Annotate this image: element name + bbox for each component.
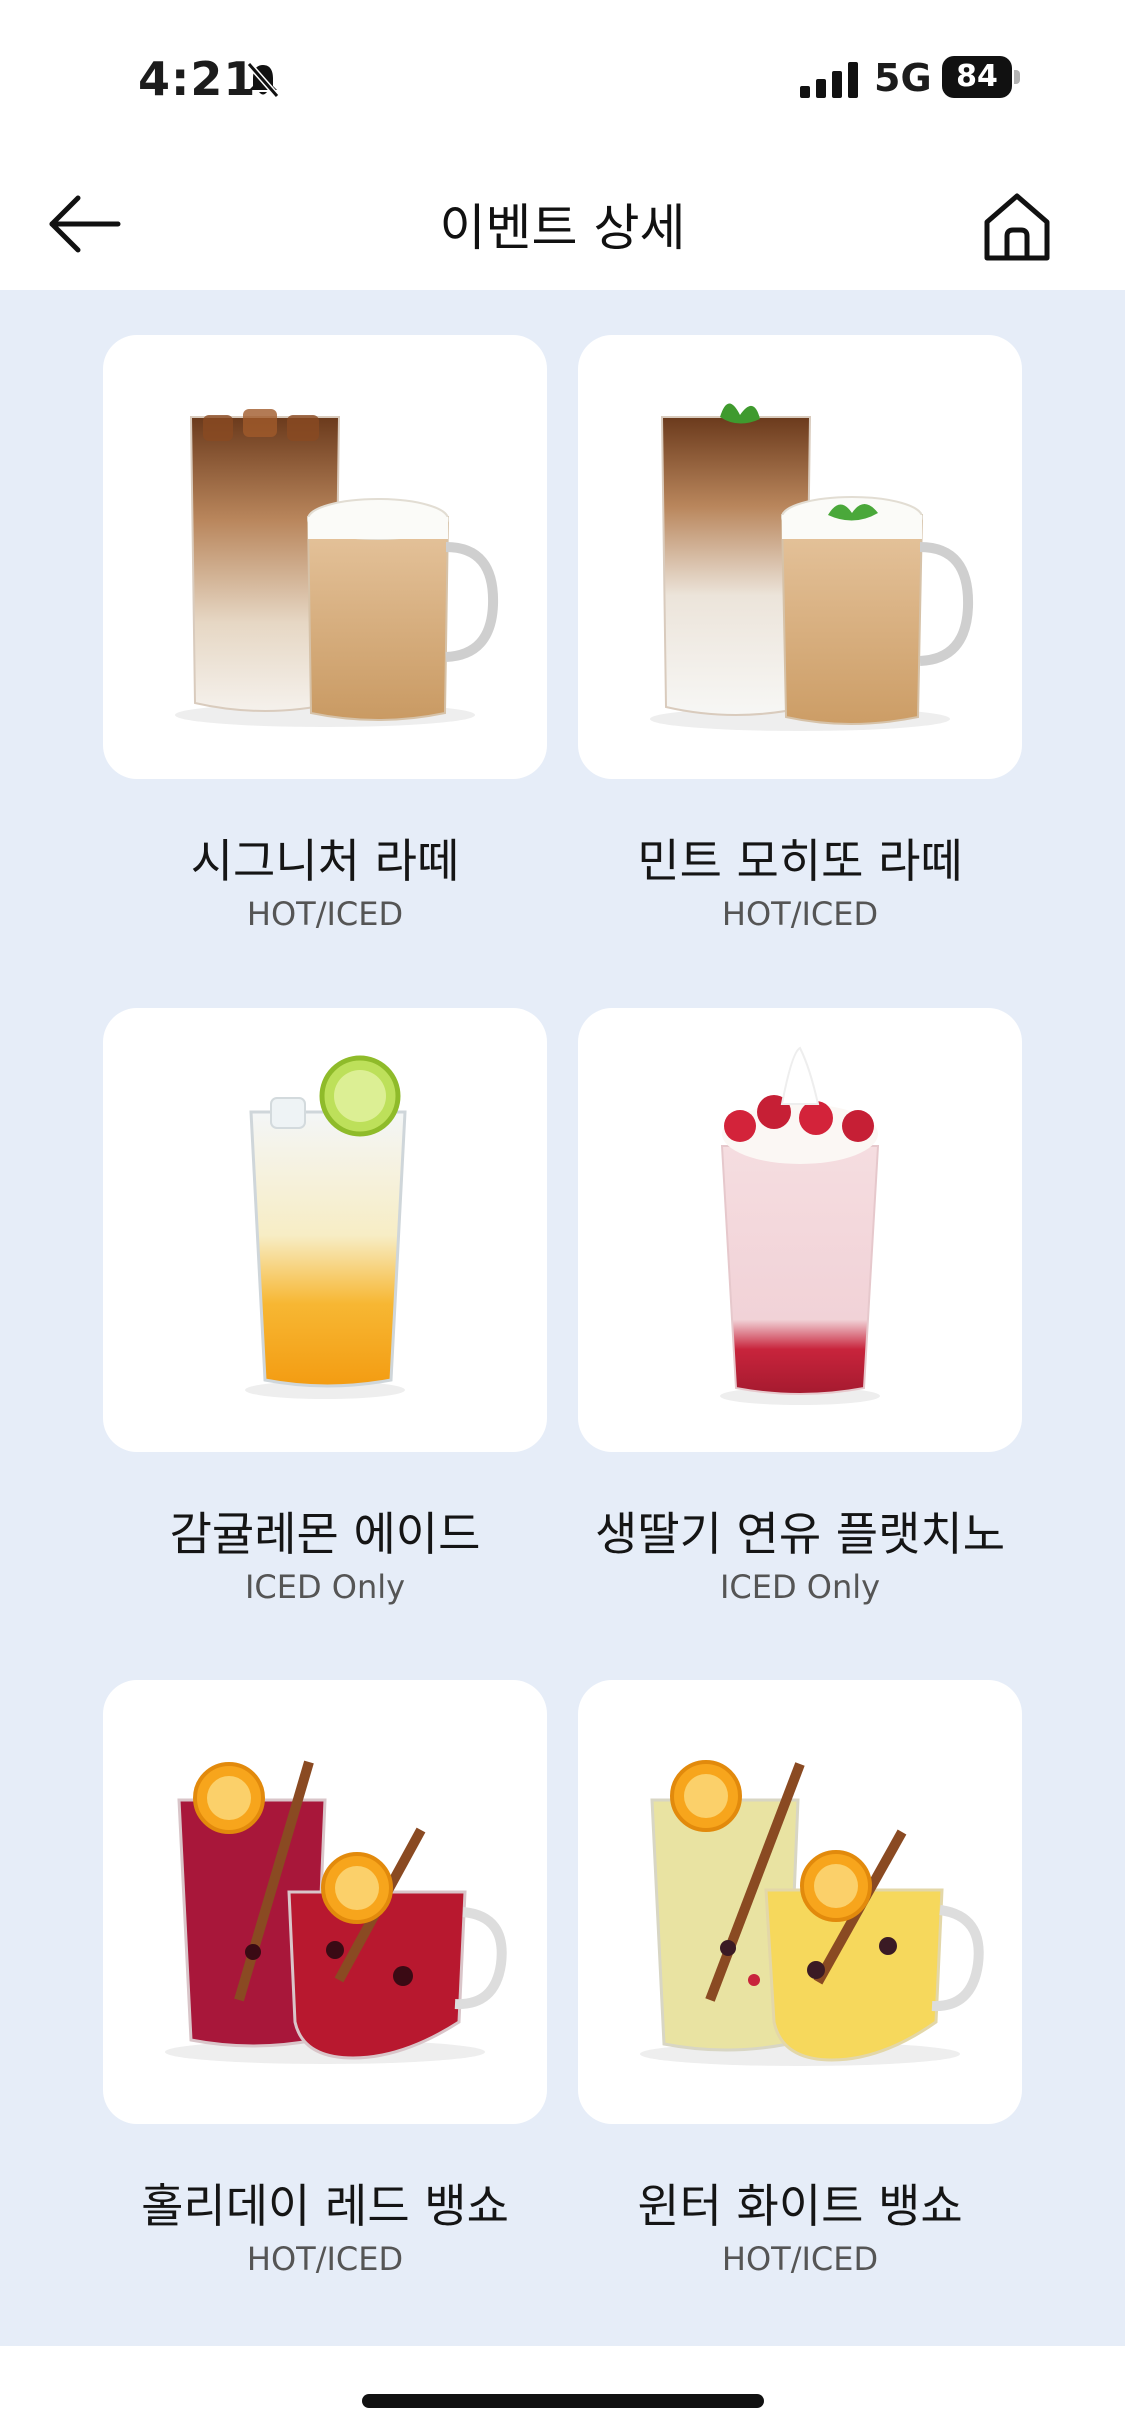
product-option: HOT/ICED: [721, 2240, 879, 2278]
home-icon: [984, 193, 1050, 261]
status-bar: 4:21 5G 84: [0, 0, 1125, 150]
product-option: ICED Only: [719, 1568, 881, 1606]
product-name: 홀리데이 레드 뱅쇼: [141, 2179, 509, 2233]
event-content: 시그니처 라떼 HOT/ICED 민트 모히또 라떼 HOT/ICED 감귤레몬…: [0, 290, 1125, 2346]
app-header: 이벤트 상세: [0, 150, 1125, 290]
network-type: 5G: [874, 56, 932, 100]
product-card-mint-mojito-latte[interactable]: 민트 모히또 라떼 HOT/ICED: [578, 335, 1022, 955]
product-card-holiday-red-vin-chaud[interactable]: 홀리데이 레드 뱅쇼 HOT/ICED: [103, 1680, 547, 2300]
product-card-citrus-lemon-ade[interactable]: 감귤레몬 에이드 ICED Only: [103, 1008, 547, 1628]
page-title: 이벤트 상세: [439, 199, 686, 257]
product-image: [578, 1680, 1022, 2124]
product-option: ICED Only: [244, 1568, 406, 1606]
home-indicator[interactable]: [362, 2394, 764, 2408]
battery-icon: 84: [942, 56, 1022, 98]
product-name: 생딸기 연유 플랫치노: [594, 1507, 1006, 1561]
bottom-safe-area: [0, 2346, 1125, 2436]
battery-cap: [1014, 70, 1020, 84]
product-image: [578, 1008, 1022, 1452]
product-image: [103, 1680, 547, 2124]
home-button[interactable]: [975, 188, 1059, 264]
product-image: [578, 335, 1022, 779]
product-name: 시그니처 라떼: [190, 834, 460, 888]
product-card-strawberry-frappe[interactable]: 생딸기 연유 플랫치노 ICED Only: [578, 1008, 1022, 1628]
product-name: 윈터 화이트 뱅쇼: [637, 2179, 963, 2233]
battery-level: 84: [942, 56, 1012, 98]
product-name: 민트 모히또 라떼: [637, 834, 963, 888]
signal-icon: [800, 62, 858, 98]
product-image: [103, 1008, 547, 1452]
status-time: 4:21: [138, 52, 257, 106]
product-option: HOT/ICED: [246, 895, 404, 933]
product-card-winter-white-vin-chaud[interactable]: 윈터 화이트 뱅쇼 HOT/ICED: [578, 1680, 1022, 2300]
product-name: 감귤레몬 에이드: [169, 1507, 481, 1561]
product-option: HOT/ICED: [721, 895, 879, 933]
product-option: HOT/ICED: [246, 2240, 404, 2278]
product-image: [103, 335, 547, 779]
bell-off-icon: [243, 60, 283, 100]
product-card-signature-latte[interactable]: 시그니처 라떼 HOT/ICED: [103, 335, 547, 955]
